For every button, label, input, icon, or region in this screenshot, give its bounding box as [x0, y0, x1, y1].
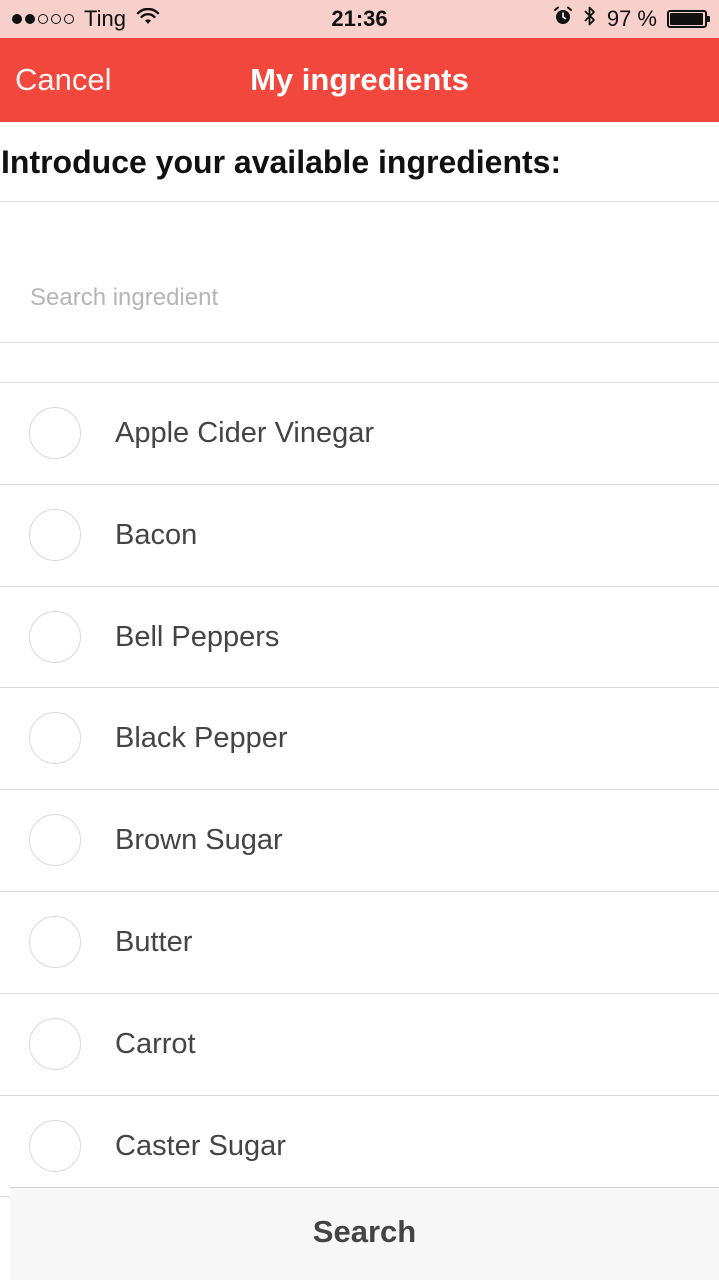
ingredient-checkbox[interactable]	[29, 508, 81, 561]
status-bar: Ting 21:36 97 %	[0, 0, 719, 38]
nav-bar: Cancel My ingredients	[0, 38, 719, 122]
ingredient-checkbox[interactable]	[29, 814, 81, 867]
ingredient-label: Apple Cider Vinegar	[115, 417, 375, 449]
ingredient-label: Carrot	[115, 1027, 196, 1060]
ingredient-label: Bell Peppers	[115, 620, 280, 653]
ingredient-label: Black Pepper	[115, 722, 288, 755]
ingredient-checkbox[interactable]	[29, 915, 81, 968]
battery-level-fill	[670, 13, 703, 25]
cancel-button[interactable]: Cancel	[15, 38, 112, 122]
search-field-container	[0, 202, 719, 343]
ingredient-row[interactable]: Butter	[0, 892, 719, 994]
search-input[interactable]	[30, 274, 690, 322]
ingredient-checkbox[interactable]	[29, 712, 81, 765]
ingredient-row[interactable]: Bacon	[0, 485, 719, 587]
ingredient-list: Apple Cider Vinegar Bacon Bell Peppers Blac…	[0, 382, 719, 1198]
search-button[interactable]: Search	[10, 1187, 719, 1280]
ingredient-checkbox[interactable]	[29, 1119, 81, 1172]
ingredient-row[interactable]: Carrot	[0, 994, 719, 1096]
battery-icon	[667, 10, 710, 28]
section-heading: Introduce your available ingredients:	[0, 122, 719, 202]
ingredient-checkbox[interactable]	[29, 1017, 81, 1070]
ingredient-checkbox[interactable]	[29, 407, 81, 459]
ingredient-row[interactable]: Black Pepper	[0, 688, 719, 791]
ingredient-row[interactable]: Brown Sugar	[0, 790, 719, 892]
ingredient-label: Caster Sugar	[115, 1129, 286, 1162]
battery-percent: 97 %	[606, 6, 657, 31]
bluetooth-icon	[583, 5, 597, 33]
alarm-icon	[553, 6, 573, 32]
ingredient-row[interactable]: Apple Cider Vinegar	[0, 383, 719, 485]
ingredient-label: Brown Sugar	[115, 824, 283, 857]
ingredient-label: Bacon	[115, 518, 198, 551]
ingredient-row[interactable]: Caster Sugar	[0, 1096, 719, 1198]
battery-nub	[707, 16, 710, 22]
status-right: 97 %	[553, 0, 710, 38]
ingredient-checkbox[interactable]	[29, 610, 81, 663]
ingredient-label: Butter	[115, 925, 193, 958]
ingredient-row[interactable]: Bell Peppers	[0, 587, 719, 689]
